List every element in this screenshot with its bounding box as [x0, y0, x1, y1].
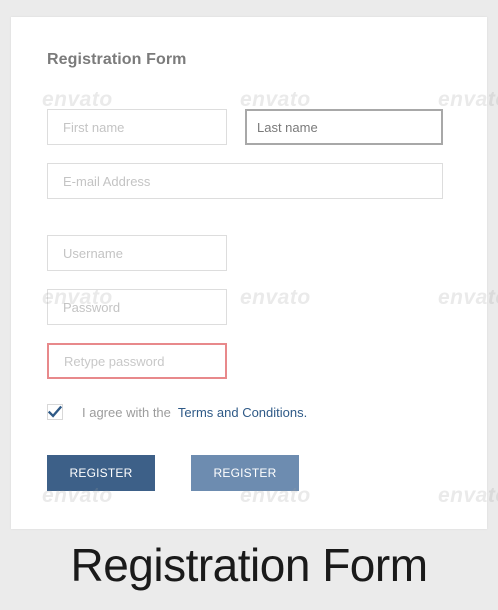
form-title: Registration Form [47, 51, 187, 68]
caption: Registration Form [70, 539, 428, 591]
registration-card: Registration Form I agree with the Terms… [11, 17, 487, 529]
checkmark-icon [48, 405, 62, 418]
page: Registration Form I agree with the Terms… [0, 0, 498, 610]
terms-checkbox[interactable] [47, 404, 63, 420]
username-input[interactable] [47, 235, 227, 271]
register-button-secondary[interactable]: REGISTER [191, 455, 299, 491]
email-input[interactable] [47, 163, 443, 199]
terms-period: . [303, 404, 308, 420]
terms-agreement-text: I agree with the [82, 404, 171, 420]
password-input[interactable] [47, 289, 227, 325]
terms-link[interactable]: Terms and Conditions [178, 405, 304, 420]
retype-password-input[interactable] [47, 343, 227, 379]
last-name-input[interactable] [245, 109, 443, 145]
first-name-input[interactable] [47, 109, 227, 145]
register-button-primary[interactable]: REGISTER [47, 455, 155, 491]
terms-agreement-row: I agree with the Terms and Conditions . [47, 402, 307, 422]
